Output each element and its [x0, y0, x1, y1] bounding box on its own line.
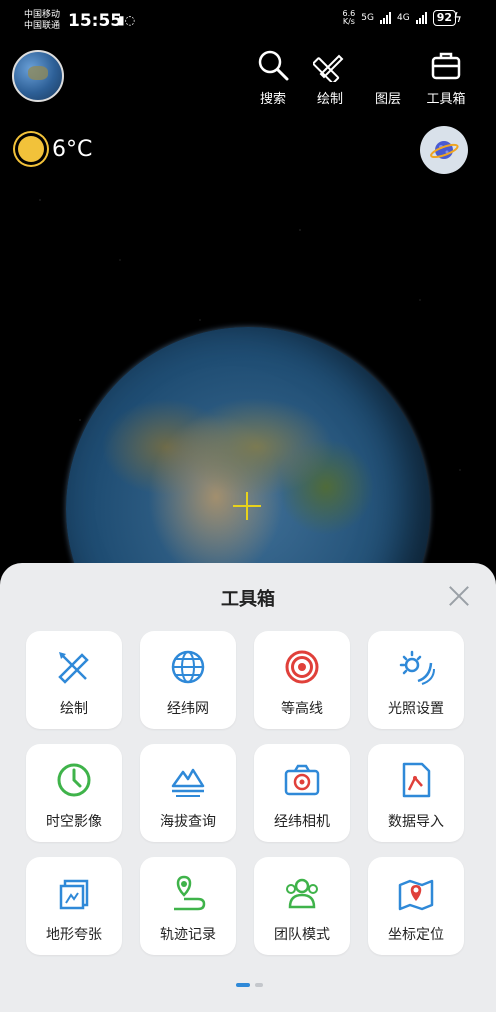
- tool-coordinate-locate[interactable]: 坐标定位: [368, 857, 464, 955]
- signal-2-icon: [415, 12, 427, 24]
- tool-data-import[interactable]: 数据导入: [368, 744, 464, 842]
- tool-geo-camera[interactable]: 经纬相机: [254, 744, 350, 842]
- carrier-1: 中国移动: [24, 10, 61, 20]
- tool-elevation[interactable]: 海拔查询: [140, 744, 236, 842]
- toolbox-label: 工具箱: [426, 92, 466, 107]
- notification-icons: ▮◌: [118, 13, 136, 27]
- draw-icon: [313, 54, 344, 82]
- net-speed: 6.6 K/s: [343, 10, 356, 26]
- tool-label: 轨迹记录: [160, 927, 216, 943]
- tool-label: 海拔查询: [160, 814, 216, 830]
- clock-icon: [57, 763, 91, 797]
- draw-label: 绘制: [316, 92, 343, 107]
- light-icon: [399, 650, 435, 685]
- tool-contour[interactable]: 等高线: [254, 631, 350, 729]
- contour-icon: [285, 650, 319, 684]
- planet-icon: [430, 141, 459, 159]
- sim1-type: 5G: [361, 13, 374, 23]
- tool-team-mode[interactable]: 团队模式: [254, 857, 350, 955]
- track-icon: [174, 875, 206, 911]
- layers-label: 图层: [374, 92, 401, 107]
- globe-grid-icon: [171, 650, 205, 684]
- close-icon[interactable]: [448, 585, 470, 607]
- tool-draw[interactable]: 绘制: [26, 631, 122, 729]
- page-dot: [255, 983, 263, 987]
- tool-label: 经纬网: [167, 701, 209, 717]
- crosshair-icon: [233, 492, 261, 520]
- net-speed-unit: K/s: [342, 17, 355, 26]
- tool-terrain-exaggeration[interactable]: 地形夸张: [26, 857, 122, 955]
- tool-label: 经纬相机: [274, 814, 330, 830]
- sim2-type: 4G: [396, 13, 410, 23]
- layers-icon: [372, 52, 404, 70]
- weather-widget[interactable]: 6°C: [18, 136, 92, 162]
- clock: 15:55: [68, 11, 123, 31]
- draw-ruler-icon: [58, 652, 89, 684]
- tool-label: 等高线: [281, 701, 323, 717]
- search-button[interactable]: 搜索: [245, 48, 301, 107]
- import-icon: [402, 762, 431, 798]
- carrier-info: 中国移动 中国联通: [24, 10, 60, 32]
- tool-label: 地形夸张: [46, 927, 102, 943]
- tool-label: 时空影像: [46, 814, 102, 830]
- status-right: 6.6 K/s 5G 4G 92: [343, 10, 456, 26]
- tool-lighting[interactable]: 光照设置: [368, 631, 464, 729]
- temperature: 6°C: [52, 136, 93, 162]
- camera-icon: [284, 764, 320, 796]
- user-avatar[interactable]: [12, 50, 64, 102]
- sun-icon: [18, 136, 44, 162]
- tool-track-record[interactable]: 轨迹记录: [140, 857, 236, 955]
- locate-icon: [398, 879, 434, 911]
- carrier-2: 中国联通: [24, 21, 61, 31]
- panel-title: 工具箱: [221, 589, 275, 610]
- tool-label: 数据导入: [388, 814, 444, 830]
- search-label: 搜索: [259, 92, 286, 107]
- page-dot-active: [236, 983, 250, 987]
- tool-graticule[interactable]: 经纬网: [140, 631, 236, 729]
- charging-icon: ϟ: [453, 11, 462, 26]
- tool-label: 坐标定位: [388, 927, 444, 943]
- signal-1-icon: [379, 12, 391, 24]
- mountain-icon: [171, 768, 205, 797]
- tool-label: 绘制: [60, 701, 88, 717]
- search-icon: [258, 50, 289, 81]
- draw-button[interactable]: 绘制: [302, 48, 358, 107]
- layers-button[interactable]: 图层: [360, 48, 416, 107]
- tool-timelapse[interactable]: 时空影像: [26, 744, 122, 842]
- toolbox-panel: 工具箱 绘制 经纬网 等高线 光照设置 时空影像 海拔查询 经纬相机 数据导入 …: [0, 563, 496, 1012]
- team-icon: [286, 878, 318, 909]
- terrain-icon: [59, 879, 89, 910]
- tool-grid: 绘制 经纬网 等高线 光照设置 时空影像 海拔查询 经纬相机 数据导入 地形夸张…: [26, 631, 470, 955]
- status-bar: 中国移动 中国联通 15:55 ▮◌ 6.6 K/s 5G 4G 92 ϟ: [0, 0, 496, 40]
- page-indicator: [236, 983, 263, 987]
- planet-switch-button[interactable]: [420, 126, 468, 174]
- toolbox-icon: [431, 52, 461, 80]
- tool-label: 团队模式: [274, 927, 330, 943]
- toolbox-button[interactable]: 工具箱: [418, 48, 474, 107]
- tool-label: 光照设置: [388, 701, 444, 717]
